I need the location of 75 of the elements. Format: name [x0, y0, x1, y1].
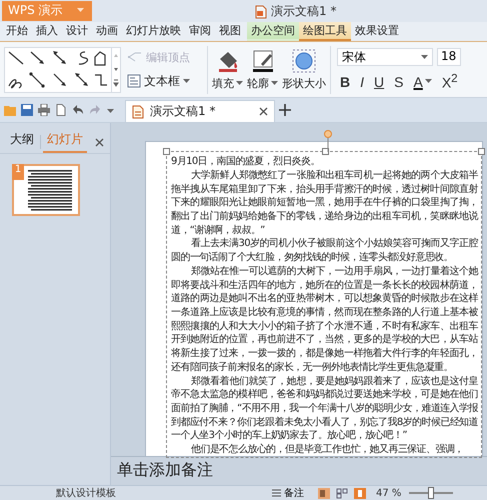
super-button[interactable]: X$^{2}$ — [438, 72, 461, 92]
menu-tab[interactable]: 办公空间 — [247, 22, 299, 42]
shape-size-button[interactable]: 形状大小 — [280, 48, 328, 91]
text-box-icon — [127, 74, 141, 88]
arrow-connector-icon[interactable] — [54, 73, 66, 86]
print-icon[interactable] — [38, 104, 50, 116]
text-box-button[interactable]: 文本框 — [127, 72, 199, 90]
caret-icon — [271, 80, 278, 86]
pen-outline-icon — [250, 48, 274, 73]
freeform-shape-icon[interactable] — [94, 51, 106, 66]
slide-paragraph: 郑微看着他们就笑了，她想，要是她妈妈跟着来了，应该也是这付皇帝不急太监急的模样吧，爸爸和妈妈都说过要送她来学校，可是她在他们面前拍了胸脯，“不用不用，我一个年满十八岁的聪明少女，难道连入学报到都应付不来？你们老跟着未免太小看人了，别忘了我8岁的时候已经知道一个人坐3个小时的车上奶奶家去了。放心吧，放心吧！” — [171, 374, 478, 444]
curve-shape-icon[interactable] — [78, 51, 88, 64]
panel-tab[interactable]: 大纲 — [6, 131, 38, 154]
rotate-handle[interactable] — [323, 130, 333, 152]
menu-tab[interactable]: 设计 — [62, 22, 92, 42]
document-icon — [132, 104, 144, 119]
elbow-connector-icon[interactable] — [29, 72, 45, 88]
menu-tab[interactable]: 审阅 — [185, 22, 215, 42]
close-icon[interactable] — [95, 138, 104, 147]
circle-shape-icon — [292, 48, 316, 73]
caret-icon — [236, 80, 243, 86]
close-icon[interactable] — [259, 107, 268, 116]
notes-icon — [272, 489, 281, 498]
document-icon[interactable] — [55, 104, 67, 116]
menu-tab[interactable]: 绘图工具 — [299, 22, 351, 42]
add-tab-icon[interactable] — [279, 104, 291, 116]
scribble-shape-icon[interactable] — [8, 78, 22, 88]
slide-paragraph: 大学新鲜人郑微憋红了一张脸和出租车司机一起将她的两个大皮箱半拖半拽从车尾箱里卸了下来，抬头用手背擦汗的时候，透过树叶间隙直射下来的耀眼阳光让她眼前短暂地一黑，她用手在牛仔裤的口袋里掏了掏，翻出了出门前妈妈给她备下的零钱，递给身边的出租车司机，笑眯眯地说道，“谢谢啊，叔叔。” — [171, 168, 478, 238]
underline-button[interactable]: U — [371, 74, 388, 90]
slide-paragraph: 他们是不怎么放心的，但是毕竟工作也忙，她又再三保证、强调， — [190, 443, 465, 457]
fill-button[interactable]: 填充 — [210, 48, 245, 91]
menu-tab[interactable]: 开始 — [2, 22, 32, 42]
caret-icon — [424, 79, 432, 84]
menu-tab[interactable]: 插入 — [32, 22, 62, 42]
menu-tab[interactable]: 动画 — [92, 22, 122, 42]
step-connector-icon[interactable] — [95, 74, 107, 86]
notes-button[interactable]: 备注 — [272, 486, 304, 500]
document-tab[interactable]: 演示文稿1 * — [125, 100, 275, 122]
strike-button[interactable]: S — [391, 74, 406, 90]
normal-view-icon[interactable] — [318, 488, 330, 499]
slider-thumb[interactable] — [428, 487, 434, 500]
font-dropdown[interactable]: 宋体 — [337, 48, 433, 66]
color-button[interactable]: A — [410, 74, 435, 90]
slide-paragraph: 看上去未满30岁的司机小伙子被眼前这个小姑娘笑容可掬而又字正腔圆的一句话闹了个大红脸，匆匆找钱的时候，连零头都没好意思收。 — [171, 237, 478, 265]
edit-points-icon — [127, 51, 143, 64]
slide-paragraph: 郑微站在惟一可以遮荫的大树下，一边用手扇风，一边打量着这个她即将要战斗和生活四年的地方，她所在的位置是一条长长的校园林荫道，道路的两边是她叫不出名的亚热带树木，可以想象黄昏的时候散步在这样一条道路上应该是比较有意境的事情，然而现在整条路的人行道上基本被熙熙攘攘的人和大大小小的箱子挤了个水泄不通，不时有私家车、出租车开到她附近的位置，再也前进不了，当然，更多的是学校的大巴，从车站将新生接了过来，一拨一拨的，都是像她一样拖着大件行李的年轻面孔，还有陪同孩子前来报名的家长，无一例外地表情比学生更焦急凝重。 — [171, 264, 478, 374]
bold-button[interactable]: B — [337, 74, 354, 90]
font-size-field[interactable]: 18 — [437, 48, 461, 66]
save-icon[interactable] — [21, 104, 33, 116]
template-label: 默认设计模板 — [56, 486, 117, 500]
window-title: 演示文稿1 * — [271, 3, 336, 20]
arrow-shape-icon[interactable] — [30, 51, 44, 64]
menu-tab[interactable]: 幻灯片放映 — [122, 22, 185, 42]
caret-icon — [76, 8, 84, 14]
slideshow-icon[interactable] — [354, 488, 366, 499]
text-lines-drawing — [28, 170, 72, 212]
zoom-level: 47 % — [376, 488, 402, 499]
resize-handle[interactable] — [322, 148, 329, 156]
double-arrow-shape-icon[interactable] — [53, 50, 66, 64]
resize-handle[interactable] — [163, 148, 170, 156]
document-icon — [255, 4, 267, 18]
double-arrow-connector-icon[interactable] — [75, 72, 88, 86]
caret-icon — [183, 78, 190, 84]
line-shape-icon[interactable] — [8, 51, 24, 64]
italic-button[interactable]: I — [357, 74, 368, 90]
slide-number: 1 — [12, 164, 24, 180]
slide-paragraph: 9月10日，南国的盛夏，烈日炎炎。 — [171, 155, 321, 169]
undo-icon[interactable] — [72, 104, 84, 116]
menu-tab[interactable]: 视图 — [215, 22, 245, 42]
caret-icon — [421, 54, 428, 60]
resize-handle[interactable] — [478, 148, 485, 156]
outline-button[interactable]: 轮廓 — [245, 48, 280, 91]
menu-tab[interactable]: 效果设置 — [351, 22, 403, 42]
notes-field[interactable]: 单击添加备注 — [117, 460, 357, 482]
sorter-view-icon[interactable] — [336, 488, 348, 499]
